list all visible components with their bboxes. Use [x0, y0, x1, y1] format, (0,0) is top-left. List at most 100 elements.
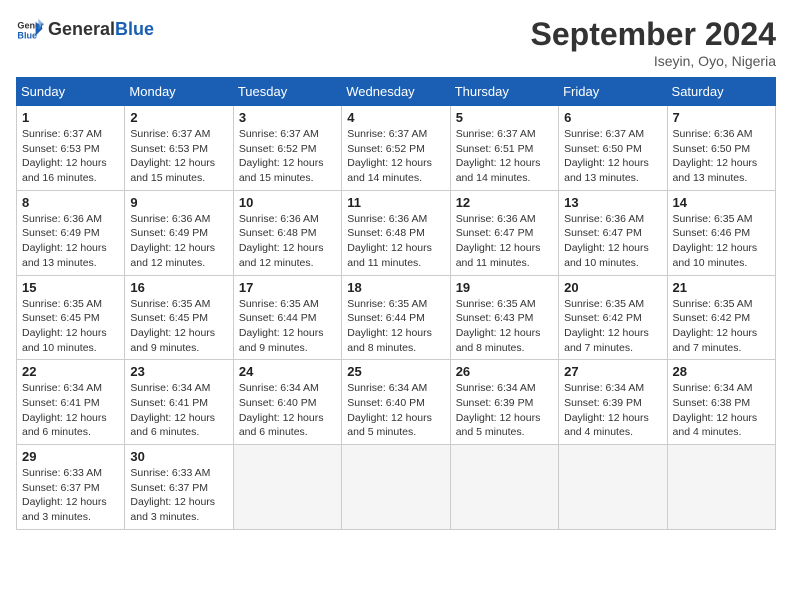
logo-icon: General Blue — [16, 16, 44, 44]
day-info: Sunrise: 6:36 AM Sunset: 6:48 PM Dayligh… — [239, 212, 336, 271]
day-info: Sunrise: 6:35 AM Sunset: 6:42 PM Dayligh… — [564, 297, 661, 356]
day-info: Sunrise: 6:34 AM Sunset: 6:39 PM Dayligh… — [456, 381, 553, 440]
day-number: 14 — [673, 195, 770, 210]
col-saturday: Saturday — [667, 78, 775, 106]
table-row: 10 Sunrise: 6:36 AM Sunset: 6:48 PM Dayl… — [233, 190, 341, 275]
day-info: Sunrise: 6:33 AM Sunset: 6:37 PM Dayligh… — [22, 466, 119, 525]
col-wednesday: Wednesday — [342, 78, 450, 106]
table-row: 5 Sunrise: 6:37 AM Sunset: 6:51 PM Dayli… — [450, 106, 558, 191]
day-number: 12 — [456, 195, 553, 210]
logo-general: General — [48, 19, 115, 39]
day-number: 8 — [22, 195, 119, 210]
day-info: Sunrise: 6:34 AM Sunset: 6:41 PM Dayligh… — [130, 381, 227, 440]
table-row — [233, 445, 341, 530]
calendar-week-row: 1 Sunrise: 6:37 AM Sunset: 6:53 PM Dayli… — [17, 106, 776, 191]
table-row: 24 Sunrise: 6:34 AM Sunset: 6:40 PM Dayl… — [233, 360, 341, 445]
day-info: Sunrise: 6:36 AM Sunset: 6:49 PM Dayligh… — [130, 212, 227, 271]
table-row: 26 Sunrise: 6:34 AM Sunset: 6:39 PM Dayl… — [450, 360, 558, 445]
col-monday: Monday — [125, 78, 233, 106]
calendar-week-row: 22 Sunrise: 6:34 AM Sunset: 6:41 PM Dayl… — [17, 360, 776, 445]
calendar-week-row: 15 Sunrise: 6:35 AM Sunset: 6:45 PM Dayl… — [17, 275, 776, 360]
table-row: 12 Sunrise: 6:36 AM Sunset: 6:47 PM Dayl… — [450, 190, 558, 275]
day-info: Sunrise: 6:35 AM Sunset: 6:44 PM Dayligh… — [239, 297, 336, 356]
day-info: Sunrise: 6:35 AM Sunset: 6:44 PM Dayligh… — [347, 297, 444, 356]
table-row: 29 Sunrise: 6:33 AM Sunset: 6:37 PM Dayl… — [17, 445, 125, 530]
day-number: 9 — [130, 195, 227, 210]
day-number: 7 — [673, 110, 770, 125]
day-number: 18 — [347, 280, 444, 295]
location: Iseyin, Oyo, Nigeria — [531, 53, 776, 69]
day-info: Sunrise: 6:34 AM Sunset: 6:39 PM Dayligh… — [564, 381, 661, 440]
calendar-header-row: Sunday Monday Tuesday Wednesday Thursday… — [17, 78, 776, 106]
day-info: Sunrise: 6:34 AM Sunset: 6:40 PM Dayligh… — [239, 381, 336, 440]
day-number: 5 — [456, 110, 553, 125]
day-number: 20 — [564, 280, 661, 295]
day-info: Sunrise: 6:34 AM Sunset: 6:38 PM Dayligh… — [673, 381, 770, 440]
calendar-week-row: 8 Sunrise: 6:36 AM Sunset: 6:49 PM Dayli… — [17, 190, 776, 275]
day-info: Sunrise: 6:36 AM Sunset: 6:47 PM Dayligh… — [564, 212, 661, 271]
day-info: Sunrise: 6:35 AM Sunset: 6:46 PM Dayligh… — [673, 212, 770, 271]
calendar-table: Sunday Monday Tuesday Wednesday Thursday… — [16, 77, 776, 530]
table-row: 2 Sunrise: 6:37 AM Sunset: 6:53 PM Dayli… — [125, 106, 233, 191]
logo-blue: Blue — [115, 19, 154, 39]
table-row: 13 Sunrise: 6:36 AM Sunset: 6:47 PM Dayl… — [559, 190, 667, 275]
day-info: Sunrise: 6:37 AM Sunset: 6:52 PM Dayligh… — [347, 127, 444, 186]
day-number: 23 — [130, 364, 227, 379]
table-row: 6 Sunrise: 6:37 AM Sunset: 6:50 PM Dayli… — [559, 106, 667, 191]
day-info: Sunrise: 6:37 AM Sunset: 6:51 PM Dayligh… — [456, 127, 553, 186]
day-info: Sunrise: 6:35 AM Sunset: 6:45 PM Dayligh… — [130, 297, 227, 356]
table-row: 15 Sunrise: 6:35 AM Sunset: 6:45 PM Dayl… — [17, 275, 125, 360]
table-row: 22 Sunrise: 6:34 AM Sunset: 6:41 PM Dayl… — [17, 360, 125, 445]
table-row: 8 Sunrise: 6:36 AM Sunset: 6:49 PM Dayli… — [17, 190, 125, 275]
logo-text: GeneralBlue — [48, 20, 154, 40]
day-number: 21 — [673, 280, 770, 295]
svg-text:Blue: Blue — [17, 30, 37, 40]
day-info: Sunrise: 6:34 AM Sunset: 6:40 PM Dayligh… — [347, 381, 444, 440]
table-row: 1 Sunrise: 6:37 AM Sunset: 6:53 PM Dayli… — [17, 106, 125, 191]
table-row — [342, 445, 450, 530]
table-row — [450, 445, 558, 530]
day-number: 1 — [22, 110, 119, 125]
day-number: 26 — [456, 364, 553, 379]
title-block: September 2024 Iseyin, Oyo, Nigeria — [531, 16, 776, 69]
table-row: 9 Sunrise: 6:36 AM Sunset: 6:49 PM Dayli… — [125, 190, 233, 275]
table-row: 11 Sunrise: 6:36 AM Sunset: 6:48 PM Dayl… — [342, 190, 450, 275]
table-row — [667, 445, 775, 530]
day-number: 24 — [239, 364, 336, 379]
page-header: General Blue GeneralBlue September 2024 … — [16, 16, 776, 69]
day-number: 4 — [347, 110, 444, 125]
table-row: 30 Sunrise: 6:33 AM Sunset: 6:37 PM Dayl… — [125, 445, 233, 530]
day-number: 30 — [130, 449, 227, 464]
calendar-week-row: 29 Sunrise: 6:33 AM Sunset: 6:37 PM Dayl… — [17, 445, 776, 530]
month-title: September 2024 — [531, 16, 776, 53]
day-number: 29 — [22, 449, 119, 464]
day-number: 11 — [347, 195, 444, 210]
day-info: Sunrise: 6:33 AM Sunset: 6:37 PM Dayligh… — [130, 466, 227, 525]
day-number: 3 — [239, 110, 336, 125]
table-row: 17 Sunrise: 6:35 AM Sunset: 6:44 PM Dayl… — [233, 275, 341, 360]
day-info: Sunrise: 6:36 AM Sunset: 6:49 PM Dayligh… — [22, 212, 119, 271]
day-info: Sunrise: 6:37 AM Sunset: 6:50 PM Dayligh… — [564, 127, 661, 186]
table-row: 18 Sunrise: 6:35 AM Sunset: 6:44 PM Dayl… — [342, 275, 450, 360]
day-info: Sunrise: 6:35 AM Sunset: 6:42 PM Dayligh… — [673, 297, 770, 356]
day-number: 13 — [564, 195, 661, 210]
day-info: Sunrise: 6:34 AM Sunset: 6:41 PM Dayligh… — [22, 381, 119, 440]
day-number: 28 — [673, 364, 770, 379]
table-row: 4 Sunrise: 6:37 AM Sunset: 6:52 PM Dayli… — [342, 106, 450, 191]
table-row: 19 Sunrise: 6:35 AM Sunset: 6:43 PM Dayl… — [450, 275, 558, 360]
day-number: 22 — [22, 364, 119, 379]
day-info: Sunrise: 6:36 AM Sunset: 6:47 PM Dayligh… — [456, 212, 553, 271]
table-row: 7 Sunrise: 6:36 AM Sunset: 6:50 PM Dayli… — [667, 106, 775, 191]
table-row: 16 Sunrise: 6:35 AM Sunset: 6:45 PM Dayl… — [125, 275, 233, 360]
day-info: Sunrise: 6:35 AM Sunset: 6:43 PM Dayligh… — [456, 297, 553, 356]
table-row: 14 Sunrise: 6:35 AM Sunset: 6:46 PM Dayl… — [667, 190, 775, 275]
table-row: 3 Sunrise: 6:37 AM Sunset: 6:52 PM Dayli… — [233, 106, 341, 191]
day-number: 25 — [347, 364, 444, 379]
day-info: Sunrise: 6:37 AM Sunset: 6:53 PM Dayligh… — [22, 127, 119, 186]
col-sunday: Sunday — [17, 78, 125, 106]
day-info: Sunrise: 6:37 AM Sunset: 6:53 PM Dayligh… — [130, 127, 227, 186]
table-row: 23 Sunrise: 6:34 AM Sunset: 6:41 PM Dayl… — [125, 360, 233, 445]
table-row: 25 Sunrise: 6:34 AM Sunset: 6:40 PM Dayl… — [342, 360, 450, 445]
table-row: 21 Sunrise: 6:35 AM Sunset: 6:42 PM Dayl… — [667, 275, 775, 360]
day-info: Sunrise: 6:37 AM Sunset: 6:52 PM Dayligh… — [239, 127, 336, 186]
